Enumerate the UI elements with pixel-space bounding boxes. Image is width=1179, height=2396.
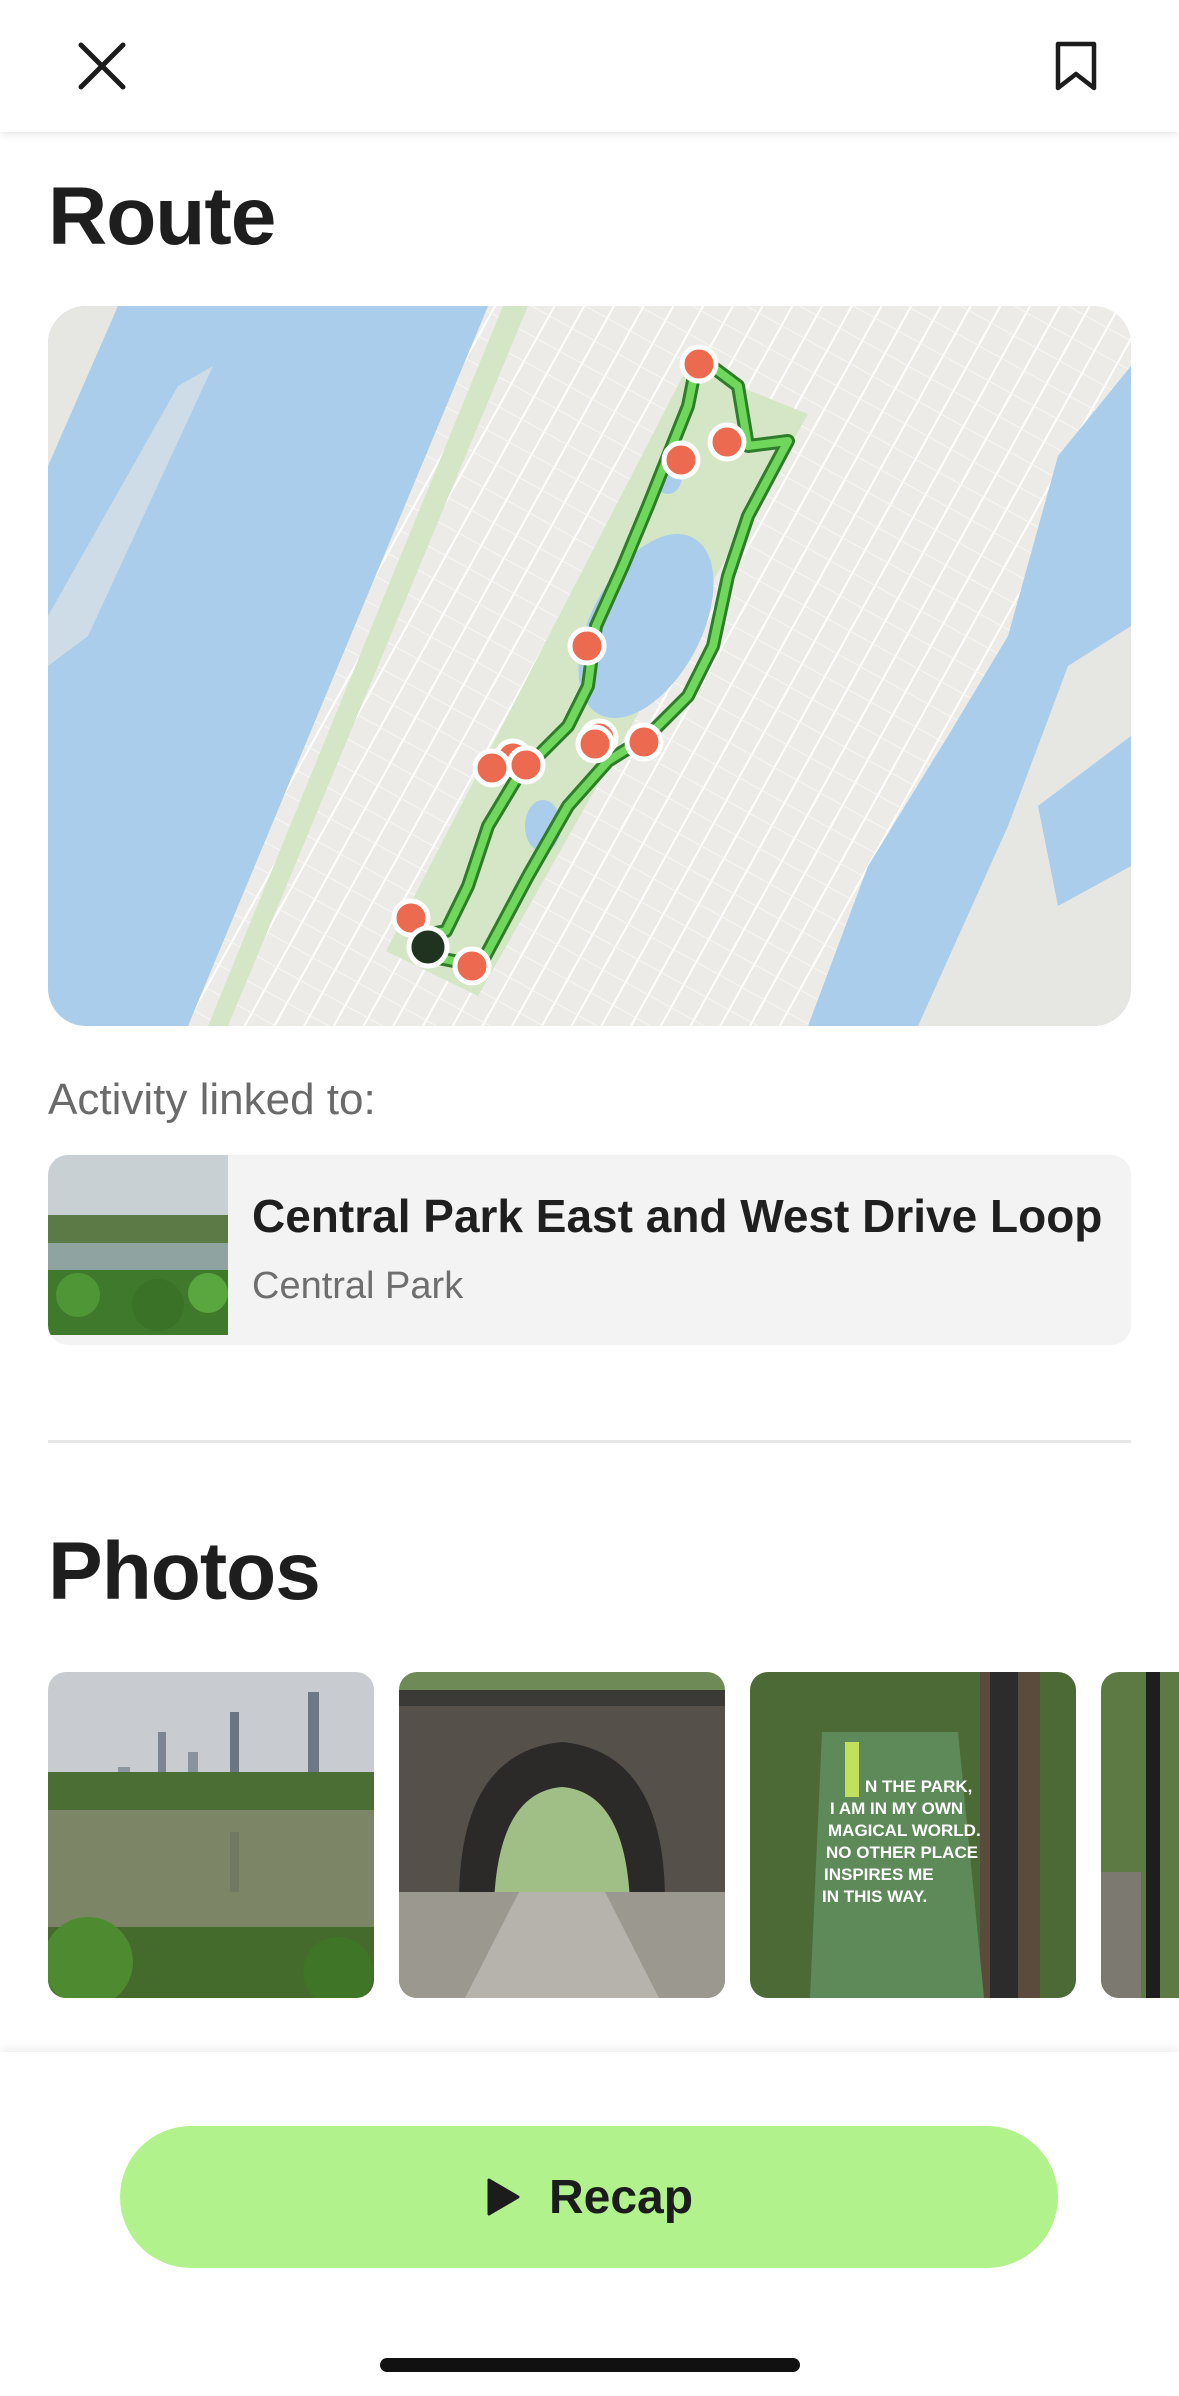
svg-text:NO OTHER PLACE: NO OTHER PLACE	[826, 1843, 978, 1862]
linked-activity-card[interactable]: Central Park East and West Drive Loop Ce…	[48, 1155, 1131, 1345]
bookmark-button[interactable]	[1036, 30, 1116, 102]
top-bar	[0, 0, 1179, 132]
route-map[interactable]	[48, 306, 1131, 1026]
home-indicator[interactable]	[380, 2358, 800, 2372]
photos-title: Photos	[48, 1526, 321, 1617]
activity-linked-label: Activity linked to:	[48, 1075, 376, 1124]
svg-text:I AM IN MY OWN: I AM IN MY OWN	[830, 1799, 963, 1818]
activity-location: Central Park	[252, 1265, 464, 1307]
park-banner-photo[interactable]: N THE PARK, I AM IN MY OWN MAGICAL WORLD…	[750, 1672, 1076, 1998]
close-icon	[78, 42, 126, 90]
svg-text:N THE PARK,: N THE PARK,	[865, 1777, 972, 1796]
route-title: Route	[48, 171, 276, 262]
bottom-action-bar: Recap	[0, 2052, 1179, 2396]
bookmark-icon	[1055, 41, 1097, 91]
activity-thumbnail	[48, 1155, 228, 1335]
svg-text:INSPIRES ME: INSPIRES ME	[824, 1865, 934, 1884]
svg-text:IN THIS WAY.: IN THIS WAY.	[822, 1887, 927, 1906]
close-button[interactable]	[62, 30, 142, 102]
recap-button[interactable]: Recap	[120, 2126, 1058, 2268]
lamp-post-photo[interactable]	[1101, 1672, 1179, 1998]
activity-name: Central Park East and West Drive Loop	[252, 1190, 1103, 1242]
play-icon	[487, 2178, 520, 2216]
svg-text:MAGICAL WORLD.: MAGICAL WORLD.	[828, 1821, 981, 1840]
lake-skyline-photo[interactable]	[48, 1672, 374, 1998]
section-divider	[48, 1440, 1131, 1443]
stone-arch-bridge-photo[interactable]	[399, 1672, 725, 1998]
recap-label: Recap	[548, 2170, 694, 2224]
